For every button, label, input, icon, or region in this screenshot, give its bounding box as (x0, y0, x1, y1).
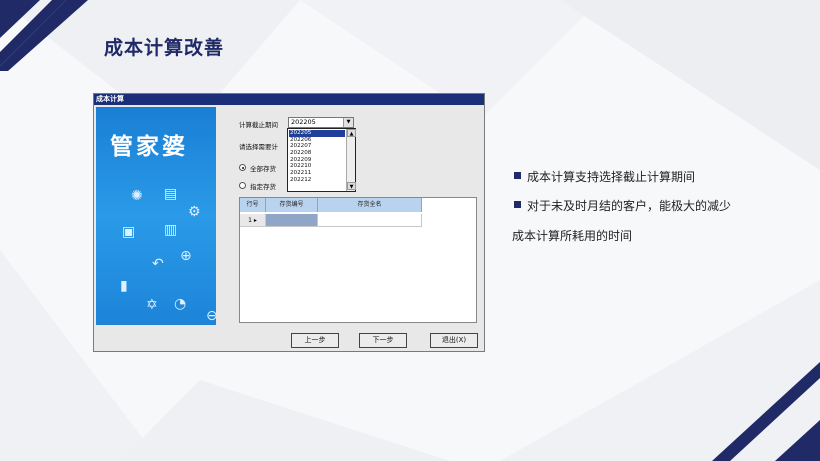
brand-logo: 管家婆 (110, 133, 188, 160)
header-row-no: 行号 (240, 198, 266, 212)
cost-calculation-dialog: 成本计算 管家婆 ✺ ▤ ⚙ ▣ ▥ ↶ ⊕ ▮ ✡ ◔ ⊖ 计算截止期间 20… (93, 93, 485, 352)
next-step-button[interactable]: 下一步 (359, 333, 407, 348)
slide-title: 成本计算改善 (104, 37, 225, 59)
bullet-square-icon (514, 172, 521, 179)
cell-stock-code[interactable] (266, 214, 318, 227)
period-option[interactable]: 202205 (289, 130, 345, 137)
window-title: 成本计算 (94, 94, 484, 105)
period-option[interactable]: 202211 (289, 170, 345, 177)
period-option[interactable]: 202208 (289, 150, 345, 157)
bullet-text-2: 对于未及时月结的客户，能极大的减少 (527, 199, 732, 213)
radio-specific-stock-label: 指定存货 (250, 183, 276, 191)
period-label: 计算截止期间 (239, 121, 278, 129)
folder-icon: ▥ (164, 222, 178, 238)
scroll-up-icon[interactable]: ▲ (347, 129, 356, 137)
bullet-text-2-continued: 成本计算所耗用的时间 (512, 229, 633, 243)
bullet-square-icon (514, 201, 521, 208)
header-stock-code: 存货编号 (266, 198, 318, 212)
briefcase-icon: ▣ (122, 224, 136, 240)
filter-label: 请选择需要计 (239, 143, 278, 151)
cards-icon: ▤ (164, 186, 178, 202)
bar-chart-icon: ▮ (120, 278, 128, 294)
radio-specific-stock[interactable] (239, 182, 246, 189)
globe-icon: ⊕ (180, 248, 192, 264)
brand-banner: 管家婆 ✺ ▤ ⚙ ▣ ▥ ↶ ⊕ ▮ ✡ ◔ ⊖ (96, 107, 216, 325)
period-dropdown[interactable]: 202205 202206 202207 202208 202209 20221… (287, 128, 356, 192)
minus-icon: ⊖ (206, 308, 216, 324)
period-select[interactable]: 202205 ▼ (288, 117, 354, 128)
chevron-down-icon[interactable]: ▼ (343, 118, 353, 127)
table-header: 行号 存货编号 存货全名 (240, 198, 422, 212)
cell-stock-name[interactable] (318, 214, 422, 227)
table-row[interactable]: 1 ▸ (240, 214, 422, 227)
row-number: 1 ▸ (240, 214, 266, 227)
scroll-down-icon[interactable]: ▼ (347, 182, 356, 190)
period-value: 202205 (291, 118, 316, 126)
exit-button[interactable]: 退出(X) (430, 333, 478, 348)
pie-icon: ◔ (174, 296, 187, 312)
radio-all-stock[interactable] (239, 164, 246, 171)
period-option[interactable]: 202210 (289, 163, 345, 170)
period-option[interactable]: 202212 (289, 177, 345, 184)
star-icon: ✡ (146, 297, 158, 313)
bullet-text-1: 成本计算支持选择截止计算期间 (527, 170, 696, 184)
dropdown-scrollbar[interactable]: ▲ ▼ (346, 129, 356, 191)
period-option[interactable]: 202207 (289, 143, 345, 150)
gear-icon: ⚙ (188, 204, 201, 220)
prev-step-button[interactable]: 上一步 (291, 333, 339, 348)
header-stock-name: 存货全名 (318, 198, 422, 212)
sun-icon: ✺ (131, 188, 143, 204)
back-arrow-icon: ↶ (152, 256, 164, 272)
radio-all-stock-label: 全部存货 (250, 165, 276, 173)
period-option[interactable]: 202209 (289, 157, 345, 164)
stock-table: 行号 存货编号 存货全名 1 ▸ (239, 197, 477, 323)
period-option[interactable]: 202206 (289, 137, 345, 144)
